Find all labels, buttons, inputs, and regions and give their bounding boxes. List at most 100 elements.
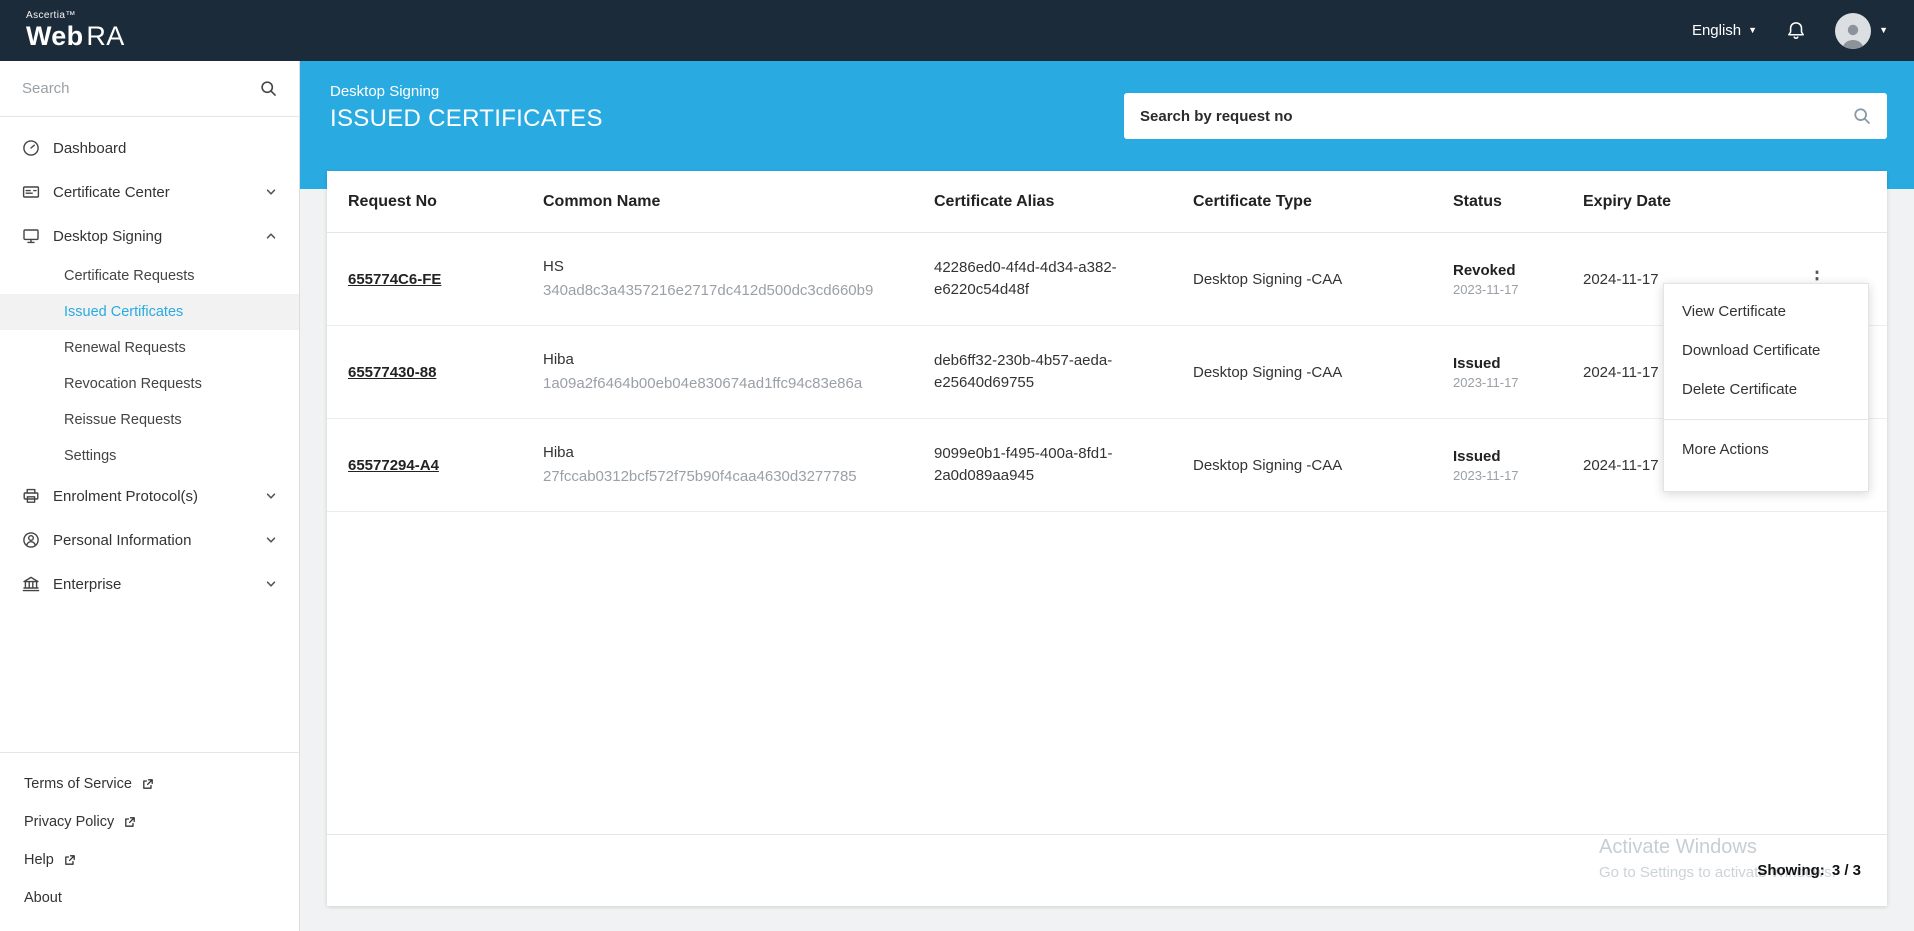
certificate-card-icon xyxy=(22,183,40,201)
footer-link-label: Help xyxy=(24,852,54,868)
issued-certificates-card: Request No Common Name Certificate Alias… xyxy=(327,171,1887,906)
request-no-link[interactable]: 65577294-A4 xyxy=(348,457,439,474)
sidebar-item-label: Enterprise xyxy=(53,575,122,593)
chevron-down-icon: ▼ xyxy=(1748,25,1758,35)
menu-item-more-actions[interactable]: More Actions xyxy=(1664,430,1868,469)
sidebar-item-renewal-requests[interactable]: Renewal Requests xyxy=(0,330,299,366)
external-link-icon xyxy=(63,854,76,867)
status-badge: Issued xyxy=(1453,447,1501,465)
menu-item-download-certificate[interactable]: Download Certificate xyxy=(1664,331,1868,370)
person-circle-icon xyxy=(22,531,40,549)
sidebar-item-enterprise[interactable]: Enterprise xyxy=(0,562,299,606)
sidebar-item-certificate-center[interactable]: Certificate Center xyxy=(0,170,299,214)
table-row: 65577430-88 Hiba 1a09a2f6464b00eb04e8306… xyxy=(327,326,1887,419)
table-footer: Showing: 3 / 3 xyxy=(327,834,1887,906)
certificate-type: Desktop Signing -CAA xyxy=(1193,270,1343,288)
sidebar-item-settings[interactable]: Settings xyxy=(0,438,299,474)
dashboard-icon xyxy=(22,139,40,157)
desktop-signing-submenu: Certificate Requests Issued Certificates… xyxy=(0,258,299,474)
column-header-certificate-alias: Certificate Alias xyxy=(934,192,1055,210)
common-name-hash: 340ad8c3a4357216e2717dc412d500dc3cd660b9 xyxy=(543,282,874,299)
column-header-certificate-type: Certificate Type xyxy=(1193,192,1312,210)
sidebar-item-desktop-signing[interactable]: Desktop Signing xyxy=(0,214,299,258)
certificate-type: Desktop Signing -CAA xyxy=(1193,456,1343,474)
table-row: 655774C6-FE HS 340ad8c3a4357216e2717dc41… xyxy=(327,233,1887,326)
certificate-alias: 42286ed0-4f4d-4d34-a382-e6220c54d48f xyxy=(934,259,1117,298)
request-no-link[interactable]: 655774C6-FE xyxy=(348,271,441,288)
status-date: 2023-11-17 xyxy=(1453,281,1519,297)
bank-building-icon xyxy=(22,575,40,593)
status-date: 2023-11-17 xyxy=(1453,467,1519,483)
sidebar-item-label: Enrolment Protocol(s) xyxy=(53,487,199,505)
showing-count: Showing: 3 / 3 xyxy=(1757,862,1861,879)
footer-link-label: About xyxy=(24,890,62,906)
desktop-monitor-icon xyxy=(22,227,40,245)
search-icon[interactable] xyxy=(1853,107,1871,125)
footer-link-label: Privacy Policy xyxy=(24,814,115,830)
certificate-alias: 9099e0b1-f495-400a-8fd1-2a0d089aa945 xyxy=(934,445,1113,484)
menu-item-view-certificate[interactable]: View Certificate xyxy=(1664,292,1868,331)
table-row: 65577294-A4 Hiba 27fccab0312bcf572f75b90… xyxy=(327,419,1887,512)
printer-device-icon xyxy=(22,487,40,505)
terms-of-service-link[interactable]: Terms of Service xyxy=(0,765,299,803)
column-header-request-no: Request No xyxy=(348,192,437,210)
sidebar-item-issued-certificates[interactable]: Issued Certificates xyxy=(0,294,299,330)
column-header-expiry-date: Expiry Date xyxy=(1583,192,1672,210)
sidebar-search-input[interactable] xyxy=(22,80,250,97)
sidebar-search xyxy=(0,61,299,117)
user-menu[interactable]: ▼ xyxy=(1835,12,1888,49)
sidebar-item-label: Dashboard xyxy=(53,139,127,157)
row-actions-menu: View Certificate Download Certificate De… xyxy=(1663,283,1869,492)
page-titles: Desktop Signing ISSUED CERTIFICATES xyxy=(330,83,603,133)
sidebar-item-certificate-requests[interactable]: Certificate Requests xyxy=(0,258,299,294)
about-link[interactable]: About xyxy=(0,879,299,917)
request-search xyxy=(1124,93,1887,139)
search-icon[interactable] xyxy=(260,80,277,97)
sidebar-item-label: Desktop Signing xyxy=(53,227,163,245)
app-body: Dashboard Certificate Center xyxy=(0,61,1914,931)
webra-app: Ascertia™ Web RA English ▼ ▼ Search Dash… xyxy=(0,0,1914,931)
certificate-alias: deb6ff32-230b-4b57-aeda-e25640d69755 xyxy=(934,352,1113,391)
status-badge: Issued xyxy=(1453,354,1501,372)
certificate-type: Desktop Signing -CAA xyxy=(1193,363,1343,381)
chevron-down-icon xyxy=(265,534,277,546)
page-header-band: Desktop Signing ISSUED CERTIFICATES xyxy=(300,61,1914,189)
topbar-actions: English ▼ ▼ xyxy=(1692,12,1888,49)
language-selector[interactable]: English ▼ xyxy=(1692,22,1757,39)
sidebar-item-enrolment-protocols[interactable]: Enrolment Protocol(s) xyxy=(0,474,299,518)
table-header: Request No Common Name Certificate Alias… xyxy=(327,171,1887,233)
bell-icon xyxy=(1785,20,1807,42)
sidebar-item-label: Certificate Center xyxy=(53,183,170,201)
common-name-hash: 27fccab0312bcf572f75b90f4caa4630d3277785 xyxy=(543,468,857,485)
sidebar: Dashboard Certificate Center xyxy=(0,61,300,931)
request-no-link[interactable]: 65577430-88 xyxy=(348,364,436,381)
footer-link-label: Terms of Service xyxy=(24,776,132,792)
chevron-up-icon xyxy=(265,230,277,242)
help-link[interactable]: Help xyxy=(0,841,299,879)
sidebar-item-label: Personal Information xyxy=(53,531,192,549)
notifications-button[interactable] xyxy=(1785,20,1807,42)
sidebar-item-revocation-requests[interactable]: Revocation Requests xyxy=(0,366,299,402)
sidebar-footer: Terms of Service Privacy Policy Help Abo… xyxy=(0,752,299,931)
column-header-common-name: Common Name xyxy=(543,192,661,210)
common-name-hash: 1a09a2f6464b00eb04e830674ad1ffc94c83e86a xyxy=(543,375,863,392)
breadcrumb: Desktop Signing xyxy=(330,83,440,100)
external-link-icon xyxy=(123,816,136,829)
topbar: Ascertia™ Web RA English ▼ ▼ xyxy=(0,0,1914,61)
request-search-input[interactable] xyxy=(1140,107,1853,125)
brand-logo[interactable]: Ascertia™ Web RA xyxy=(26,11,125,50)
chevron-down-icon xyxy=(265,490,277,502)
chevron-down-icon xyxy=(265,186,277,198)
sidebar-item-dashboard[interactable]: Dashboard xyxy=(0,126,299,170)
menu-item-delete-certificate[interactable]: Delete Certificate xyxy=(1664,370,1868,409)
sidebar-item-personal-information[interactable]: Personal Information xyxy=(0,518,299,562)
sidebar-menu: Dashboard Certificate Center Desktop Sig… xyxy=(0,117,299,606)
privacy-policy-link[interactable]: Privacy Policy xyxy=(0,803,299,841)
menu-divider xyxy=(1664,419,1868,420)
main-content: Desktop Signing ISSUED CERTIFICATES Requ… xyxy=(300,61,1914,931)
status-date: 2023-11-17 xyxy=(1453,374,1519,390)
common-name: Hiba xyxy=(543,444,574,462)
status-badge: Revoked xyxy=(1453,261,1516,279)
brand-ascertia-label: Ascertia™ xyxy=(26,10,76,21)
sidebar-item-reissue-requests[interactable]: Reissue Requests xyxy=(0,402,299,438)
